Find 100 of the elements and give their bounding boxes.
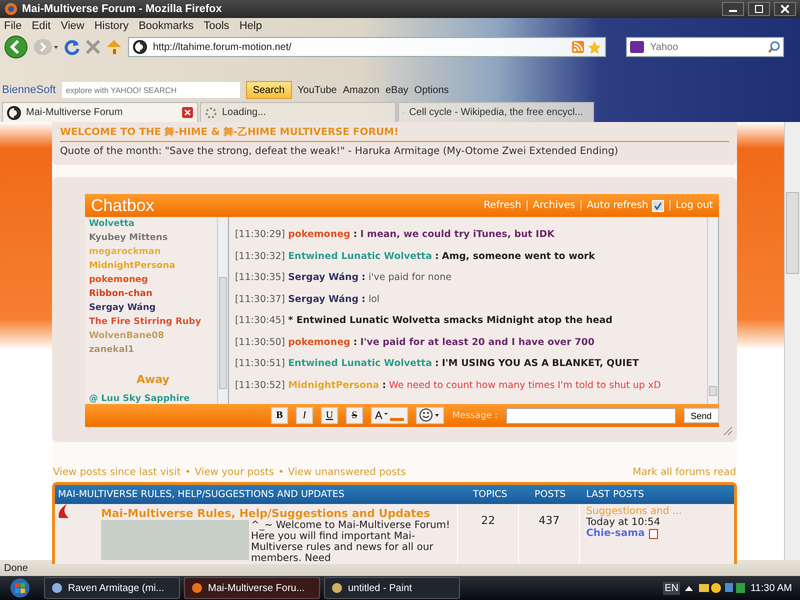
page-scrollbar[interactable] bbox=[784, 122, 800, 560]
font-color-button[interactable]: A bbox=[370, 407, 408, 424]
message-text: I'M USING YOU AS A BLANKET, QUIET bbox=[442, 358, 639, 369]
menu-item[interactable]: View bbox=[60, 20, 84, 32]
back-button[interactable] bbox=[4, 35, 28, 59]
message-user[interactable]: Sergay Wáng bbox=[288, 272, 359, 283]
message-separator: : bbox=[435, 250, 439, 262]
smiley-icon bbox=[419, 408, 442, 422]
spiral-icon bbox=[133, 40, 147, 54]
color-swatch-icon bbox=[384, 410, 404, 420]
message-separator: : bbox=[362, 272, 366, 283]
message-time: [11:30:29] bbox=[234, 229, 286, 240]
message-text: i've paid for none bbox=[368, 272, 452, 283]
reload-button[interactable] bbox=[64, 39, 80, 55]
toolbar-search-field[interactable]: explore with YAHOO! SEARCH bbox=[62, 82, 240, 98]
message-text: * Entwined Lunatic Wolvetta smacks Midnight atop the head bbox=[288, 315, 612, 326]
send-button[interactable]: Send bbox=[684, 408, 719, 423]
message-time: [11:30:35] bbox=[234, 272, 286, 283]
home-button[interactable] bbox=[106, 39, 122, 55]
message-user[interactable]: Sergay Wáng bbox=[288, 294, 359, 304]
forum-description: ^_~ Welcome to Mai-Multiverse Forum! Here you will find important Mai-Multiverse rules and news for all our members. Need bbox=[250, 520, 451, 564]
rss-icon bbox=[572, 41, 584, 53]
taskbar-button[interactable]: Mai-Multiverse Foru... bbox=[184, 577, 320, 599]
message-time: [11:30:50] bbox=[234, 336, 286, 348]
firefox-icon bbox=[4, 2, 18, 16]
auto-refresh-checkbox[interactable] bbox=[652, 200, 664, 212]
bullet: • bbox=[278, 467, 284, 478]
user-name[interactable]: Kyubey Mittens bbox=[88, 233, 217, 243]
link-separator: | bbox=[525, 200, 529, 211]
address-field[interactable]: http://ltahime.forum-motion.net/ bbox=[151, 40, 568, 54]
bookmark-link[interactable]: Options bbox=[414, 84, 449, 96]
bookmark-link[interactable]: eBay bbox=[386, 84, 408, 96]
welcome-heading: WELCOME TO THE 舞-HIME & 舞-乙HIME MULTIVERSE FORUM! bbox=[60, 125, 730, 142]
bookmark-link[interactable]: YouTube bbox=[298, 84, 337, 96]
search-button[interactable]: Search bbox=[246, 81, 292, 99]
format-button[interactable]: S bbox=[346, 407, 363, 424]
menu-item[interactable]: Bookmarks bbox=[138, 20, 194, 32]
search-bar[interactable]: Yahoo bbox=[626, 37, 784, 57]
browser-tab[interactable]: Cell cycle - Wikipedia, the free encycl... bbox=[398, 102, 594, 122]
column-header: POSTS bbox=[534, 489, 567, 500]
message-time: [11:30:45] bbox=[234, 315, 286, 326]
message-text: I mean, we could try iTunes, but IDK bbox=[360, 229, 554, 240]
quote-text: Quote of the month: "Save the strong, defeat the weak!" - Haruka Armitage (My-Otome Zwei Extended Ending) bbox=[60, 146, 620, 157]
menu-item[interactable]: History bbox=[94, 20, 129, 32]
browser-tab[interactable]: Mai-Multiverse Forum bbox=[2, 102, 198, 122]
bookmark-link[interactable]: Amazon bbox=[342, 84, 380, 96]
message-separator: : bbox=[353, 336, 358, 348]
address-bar[interactable]: http://ltahime.forum-motion.net/ bbox=[128, 37, 606, 57]
search-icon bbox=[768, 41, 780, 53]
menu-item[interactable]: File bbox=[4, 20, 22, 32]
close-button[interactable] bbox=[774, 2, 796, 16]
forward-arrow-icon bbox=[34, 38, 58, 56]
browser-tab[interactable]: Loading... bbox=[200, 102, 396, 122]
loading-icon bbox=[205, 106, 217, 118]
menu-item[interactable]: Help bbox=[239, 20, 262, 32]
message-text: lol bbox=[368, 294, 380, 304]
format-button[interactable]: U bbox=[320, 407, 338, 424]
menu-item[interactable]: Tools bbox=[204, 20, 230, 32]
scrollbar[interactable] bbox=[216, 217, 229, 404]
checkmark-icon bbox=[654, 202, 662, 210]
menu-item[interactable]: Edit bbox=[32, 20, 51, 32]
user-name[interactable]: Sergay Wáng bbox=[88, 303, 217, 313]
close-tab-icon bbox=[182, 107, 193, 118]
message-input[interactable] bbox=[506, 408, 676, 424]
format-button[interactable]: I bbox=[296, 407, 313, 424]
home-icon bbox=[106, 39, 122, 55]
page-icon bbox=[648, 528, 658, 538]
minimize-button[interactable] bbox=[722, 2, 744, 16]
clock: 11:30 AM bbox=[750, 582, 792, 594]
message-time: [11:30:32] bbox=[234, 250, 286, 262]
maximize-button[interactable] bbox=[748, 2, 770, 16]
bullet: • bbox=[184, 467, 191, 478]
windows-logo-icon bbox=[10, 578, 30, 598]
resize-grip-icon bbox=[723, 426, 734, 436]
taskbar-button[interactable]: untitled - Paint bbox=[324, 577, 460, 599]
away-heading: Away bbox=[135, 373, 170, 386]
last-post-author[interactable]: Chie-sama bbox=[586, 528, 645, 539]
user-name[interactable]: Ribbon-chan bbox=[88, 289, 217, 299]
message-text: Amg, someone went to work bbox=[442, 250, 595, 262]
taskbar-button[interactable]: Raven Armitage (mi... bbox=[44, 577, 180, 599]
close-icon bbox=[781, 5, 789, 13]
link-separator: | bbox=[668, 200, 672, 211]
language-indicator[interactable]: EN bbox=[662, 582, 680, 594]
category-title[interactable]: MAI-MULTIVERSE RULES, HELP/SUGGESTIONS AND UPDATES bbox=[54, 489, 460, 500]
scrollbar[interactable] bbox=[707, 217, 720, 404]
message-time: [11:30:52] bbox=[234, 380, 286, 390]
toolbar-brand[interactable]: BienneSoft bbox=[2, 84, 56, 96]
star-icon bbox=[588, 40, 601, 54]
stop-icon bbox=[86, 40, 100, 54]
window-title: Mai-Multiverse Forum - Mozilla Firefox bbox=[22, 3, 223, 15]
chatbox-title: Chatbox bbox=[90, 196, 156, 216]
app-icon bbox=[51, 582, 63, 594]
message-text: We need to count how many times I'm told to shut up xD bbox=[389, 380, 661, 390]
message-separator: : bbox=[382, 380, 386, 390]
format-button[interactable]: B bbox=[270, 407, 288, 424]
spiral-icon bbox=[7, 106, 21, 120]
last-post-time: Today at 10:54 bbox=[586, 517, 662, 528]
stop-button[interactable] bbox=[86, 40, 100, 54]
message-label: Message : bbox=[452, 410, 498, 420]
emoticon-button[interactable] bbox=[416, 407, 444, 424]
